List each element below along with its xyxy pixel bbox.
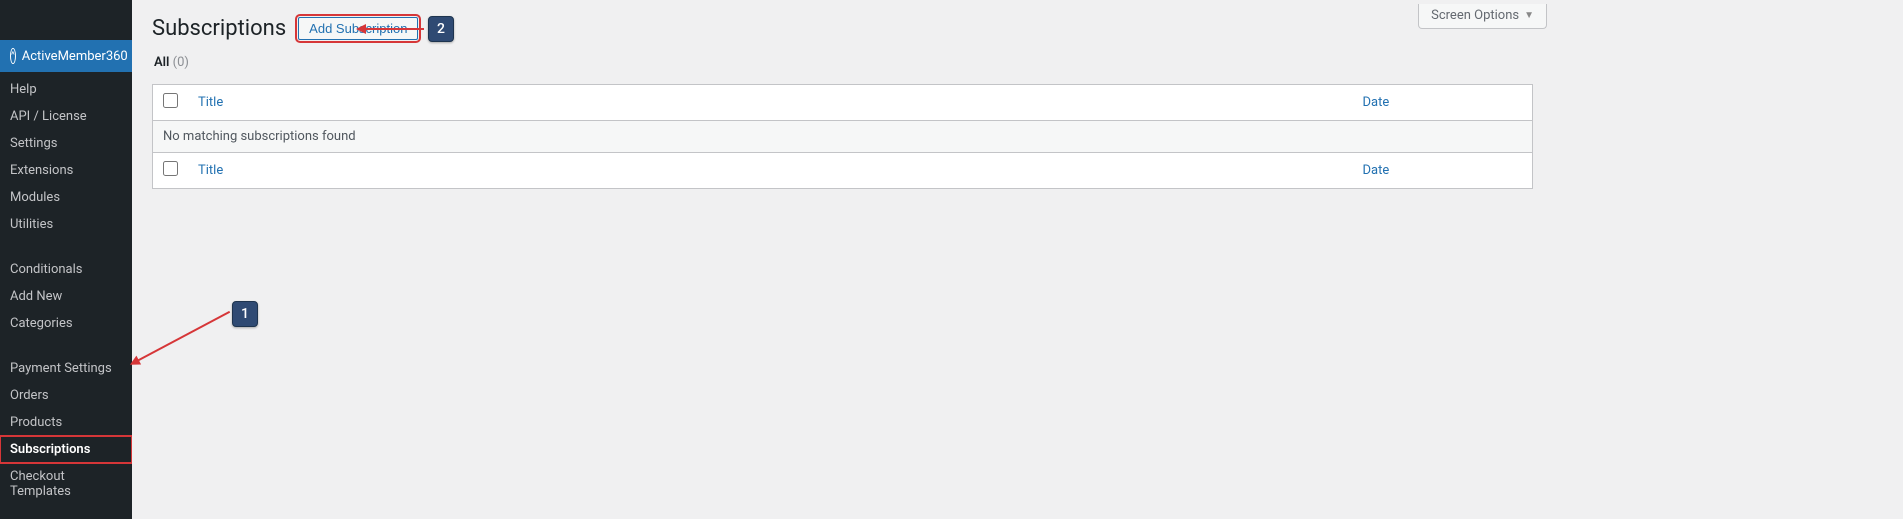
sidebar-item-checkout-templates[interactable]: Checkout Templates — [0, 463, 132, 505]
sidebar-item-subscriptions[interactable]: Subscriptions — [0, 436, 132, 463]
plugin-icon: ^ — [10, 48, 16, 64]
sidebar-top-spacer — [0, 0, 132, 40]
select-all-header — [153, 85, 189, 121]
screen-options-toggle[interactable]: Screen Options ▼ — [1418, 4, 1547, 29]
column-title-footer[interactable]: Title — [188, 153, 1353, 189]
admin-sidebar: ^ ActiveMember360 Help API / License Set… — [0, 0, 132, 519]
screen-options-label: Screen Options — [1431, 8, 1519, 23]
table-empty-message: No matching subscriptions found — [153, 121, 1533, 153]
caret-down-icon: ▼ — [1524, 10, 1534, 21]
column-date-footer[interactable]: Date — [1353, 153, 1533, 189]
filter-all[interactable]: All — [154, 55, 169, 70]
sidebar-plugin-header[interactable]: ^ ActiveMember360 — [0, 40, 132, 72]
select-all-checkbox-top[interactable] — [163, 93, 178, 108]
sidebar-item-products[interactable]: Products — [0, 409, 132, 436]
annotation-arrow-2 — [364, 28, 424, 30]
sidebar-item-extensions[interactable]: Extensions — [0, 157, 132, 184]
select-all-checkbox-bottom[interactable] — [163, 161, 178, 176]
sidebar-item-conditionals[interactable]: Conditionals — [0, 256, 132, 283]
sidebar-submenu: Help API / License Settings Extensions M… — [0, 72, 132, 509]
sidebar-item-modules[interactable]: Modules — [0, 184, 132, 211]
sidebar-item-help[interactable]: Help — [0, 76, 132, 103]
sidebar-item-utilities[interactable]: Utilities — [0, 211, 132, 238]
annotation-badge-2: 2 — [428, 16, 454, 42]
sidebar-item-api-license[interactable]: API / License — [0, 103, 132, 130]
annotation-badge-1: 1 — [232, 301, 258, 327]
list-filter: All (0) — [154, 55, 1533, 70]
sidebar-item-categories[interactable]: Categories — [0, 310, 132, 337]
filter-all-count: (0) — [173, 55, 189, 70]
sidebar-item-add-new[interactable]: Add New — [0, 283, 132, 310]
column-title[interactable]: Title — [188, 85, 1353, 121]
column-date[interactable]: Date — [1353, 85, 1533, 121]
sidebar-plugin-label: ActiveMember360 — [22, 49, 128, 64]
table-empty-row: No matching subscriptions found — [153, 121, 1533, 153]
sidebar-item-payment-settings[interactable]: Payment Settings — [0, 355, 132, 382]
annotation-arrow-1 — [137, 311, 231, 362]
page-title: Subscriptions — [152, 16, 286, 41]
sidebar-item-settings[interactable]: Settings — [0, 130, 132, 157]
main-content: Screen Options ▼ Subscriptions Add Subsc… — [132, 0, 1553, 519]
subscriptions-table: Title Date No matching subscriptions fou… — [152, 84, 1533, 189]
select-all-footer — [153, 153, 189, 189]
sidebar-item-orders[interactable]: Orders — [0, 382, 132, 409]
